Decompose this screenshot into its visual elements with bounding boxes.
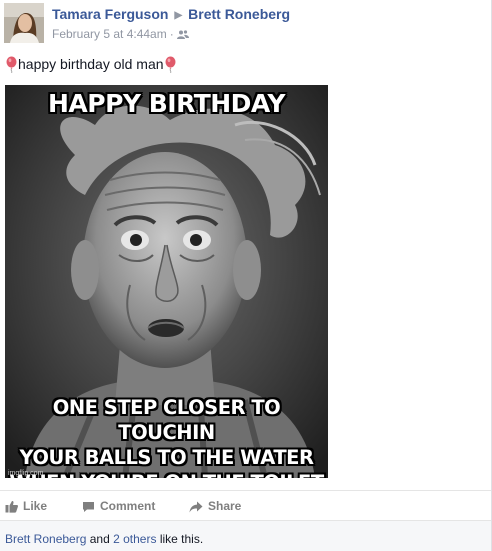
story-meta: February 5 at 4:44am ·: [52, 27, 189, 41]
status-message: happy birthday old man: [5, 56, 177, 73]
share-arrow-icon: [189, 501, 203, 513]
meme-bottom-caption: ONE STEP CLOSER TO TOUCHIN YOUR BALLS TO…: [5, 395, 328, 478]
thumbs-up-icon: [5, 500, 18, 513]
share-button[interactable]: Share: [189, 499, 241, 513]
author-avatar[interactable]: [4, 3, 44, 43]
friends-icon[interactable]: [176, 30, 189, 40]
like-button[interactable]: Like: [5, 499, 47, 513]
timestamp-link[interactable]: February 5 at 4:44am: [52, 27, 167, 41]
story-actions: Like Comment Share: [0, 490, 491, 520]
likes-summary: Brett Roneberg and 2 others like this.: [0, 520, 491, 551]
share-label: Share: [208, 499, 242, 513]
like-label: Like: [23, 499, 48, 513]
comment-button[interactable]: Comment: [82, 499, 155, 513]
author-name-link[interactable]: Tamara Ferguson: [52, 6, 168, 22]
balloon-icon: [6, 56, 17, 73]
meme-bottom-caption-line: WHEN YOU'RE ON THE TOILET: [5, 470, 328, 478]
comment-icon: [83, 502, 94, 512]
status-text: happy birthday old man: [18, 56, 164, 72]
feed-story: Tamara Ferguson ▶ Brett Roneberg February …: [0, 0, 492, 551]
likes-suffix: like this.: [159, 532, 204, 546]
meme-top-caption: HAPPY BIRTHDAY: [48, 89, 286, 118]
likes-others-link[interactable]: 2 others: [113, 532, 156, 546]
comment-label: Comment: [100, 499, 156, 513]
meme-bottom-caption-line: YOUR BALLS TO THE WATER: [19, 446, 314, 469]
meta-separator: ·: [169, 27, 174, 41]
target-name-link[interactable]: Brett Roneberg: [188, 6, 290, 22]
imgflip-watermark: imgflip.com: [8, 470, 44, 477]
meme-bottom-caption-line: ONE STEP CLOSER TO TOUCHIN: [52, 396, 281, 444]
story-header: Tamara Ferguson ▶ Brett Roneberg: [52, 6, 290, 22]
meme-photo[interactable]: HAPPY BIRTHDAY ONE STEP CLOSER TO TOUCHI…: [5, 85, 328, 478]
likes-sentence: Brett Roneberg and 2 others like this.: [5, 532, 203, 546]
balloon-icon: [165, 56, 176, 73]
liker-name-link[interactable]: Brett Roneberg: [5, 532, 86, 546]
arrow-right-icon: ▶: [174, 10, 183, 21]
likes-and: and: [89, 532, 110, 546]
